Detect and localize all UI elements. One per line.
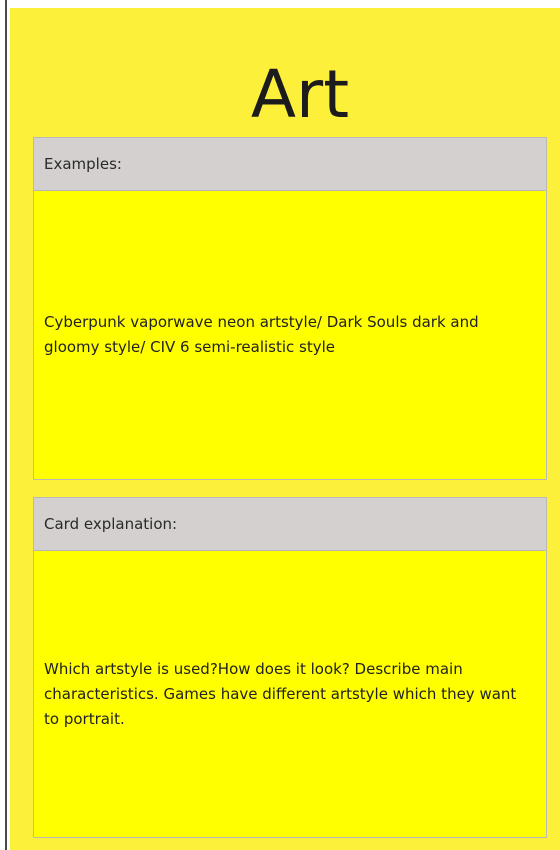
card-title: Art (250, 56, 350, 133)
left-border (0, 0, 7, 850)
divider-line (5, 0, 7, 850)
explanation-header: Card explanation: (34, 498, 546, 551)
examples-text: Cyberpunk vaporwave neon artstyle/ Dark … (44, 313, 479, 356)
explanation-text: Which artstyle is used?How does it look?… (44, 659, 517, 728)
examples-section: Examples: Cyberpunk vaporwave neon artst… (33, 137, 547, 480)
explanation-section: Card explanation: Which artstyle is used… (33, 497, 547, 838)
explanation-body: Which artstyle is used?How does it look?… (34, 551, 546, 837)
examples-body: Cyberpunk vaporwave neon artstyle/ Dark … (34, 191, 546, 479)
page: Art Examples: Cyberpunk vaporwave neon a… (0, 0, 560, 850)
examples-header: Examples: (34, 138, 546, 191)
